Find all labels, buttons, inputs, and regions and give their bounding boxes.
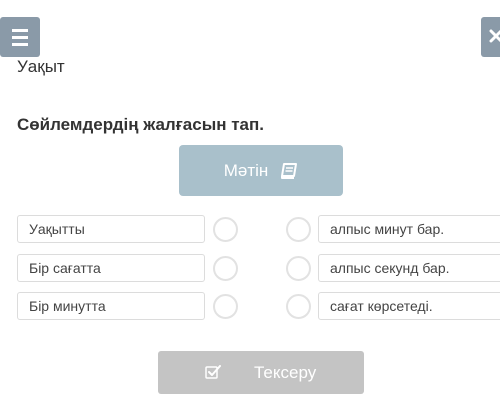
right-radio-3[interactable] (286, 294, 311, 319)
left-radio-3[interactable] (213, 294, 238, 319)
hamburger-menu-icon (12, 28, 28, 46)
right-item-2[interactable]: алпыс секунд бар. (318, 254, 500, 282)
left-item-label: Бір минутта (29, 298, 106, 314)
right-item-label: алпыс минут бар. (330, 221, 445, 237)
close-button[interactable] (481, 17, 500, 57)
right-radio-1[interactable] (286, 217, 311, 242)
menu-button[interactable] (0, 17, 40, 57)
right-item-1[interactable]: алпыс минут бар. (318, 215, 500, 243)
close-icon (489, 29, 500, 43)
text-button[interactable]: Мәтін (179, 145, 343, 196)
check-button[interactable]: Тексеру (158, 351, 364, 394)
text-button-label: Мәтін (223, 160, 269, 180)
right-item-label: алпыс секунд бар. (330, 260, 450, 276)
check-square-icon (205, 365, 221, 379)
left-item-3[interactable]: Бір минутта (17, 292, 205, 320)
lesson-topic: Уақыт (17, 57, 65, 76)
left-radio-2[interactable] (213, 256, 238, 281)
task-instruction: Сөйлемдердің жалғасын тап. (17, 115, 264, 134)
left-radio-1[interactable] (213, 217, 238, 242)
right-item-label: сағат көрсетеді. (330, 298, 433, 314)
left-item-2[interactable]: Бір сағатта (17, 254, 205, 282)
book-icon (281, 162, 298, 179)
left-item-1[interactable]: Уақытты (17, 215, 205, 243)
right-radio-2[interactable] (286, 256, 311, 281)
check-button-label: Тексеру (254, 363, 317, 382)
right-item-3[interactable]: сағат көрсетеді. (318, 292, 500, 320)
left-item-label: Бір сағатта (29, 260, 101, 276)
left-item-label: Уақытты (29, 221, 85, 237)
